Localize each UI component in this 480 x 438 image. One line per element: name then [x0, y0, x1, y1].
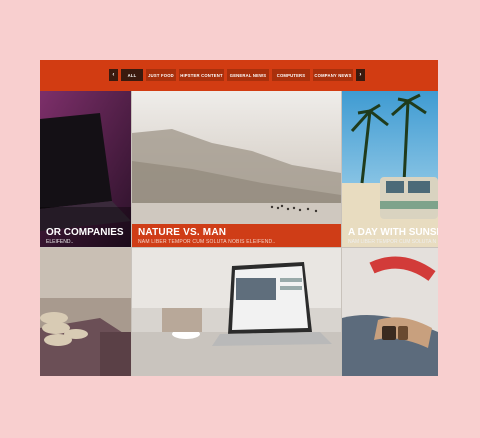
tile-nature[interactable]: NATURE VS. MAN NAM LIBER TEMPOR CUM SOLU…: [132, 91, 341, 247]
filter-computers[interactable]: COMPUTERS: [272, 69, 310, 81]
chevron-right-icon[interactable]: ›: [356, 69, 365, 81]
filter-just-food[interactable]: JUST FOOD: [146, 69, 176, 81]
tile-companies[interactable]: OR COMPANIES ELEIFEND..: [40, 91, 131, 247]
tile-watch-image: [342, 248, 438, 376]
tile-nature-title: NATURE VS. MAN: [138, 227, 227, 238]
tile-companies-title: OR COMPANIES: [46, 227, 124, 238]
tile-companies-subtitle: ELEIFEND..: [46, 239, 74, 245]
tile-macarons-image: [40, 248, 131, 376]
tile-sunshine-image: [342, 91, 438, 247]
tile-companies-image: [40, 91, 131, 247]
filter-all[interactable]: ALL: [121, 69, 143, 81]
filter-general-news[interactable]: GENERAL NEWS: [227, 69, 269, 81]
filter-company-news[interactable]: COMPANY NEWS: [313, 69, 353, 81]
portfolio-frame: ‹ ALL JUST FOOD HIPSTER CONTENT GENERAL …: [40, 60, 438, 376]
tile-nature-subtitle: NAM LIBER TEMPOR CUM SOLUTA NOBIS ELEIFE…: [138, 239, 276, 245]
tile-sunshine-subtitle: NAM LIBER TEMPOR CUM SOLUTA N: [348, 239, 437, 245]
tile-macarons[interactable]: [40, 248, 131, 376]
chevron-left-icon[interactable]: ‹: [109, 69, 118, 81]
tile-laptop[interactable]: [132, 248, 341, 376]
tile-sunshine-title: A DAY WITH SUNSH: [348, 227, 438, 238]
tile-watch[interactable]: [342, 248, 438, 376]
filter-hipster-content[interactable]: HIPSTER CONTENT: [179, 69, 224, 81]
tile-sunshine[interactable]: A DAY WITH SUNSH NAM LIBER TEMPOR CUM SO…: [342, 91, 438, 247]
tile-laptop-image: [132, 248, 341, 376]
filter-bar: ‹ ALL JUST FOOD HIPSTER CONTENT GENERAL …: [40, 60, 438, 91]
